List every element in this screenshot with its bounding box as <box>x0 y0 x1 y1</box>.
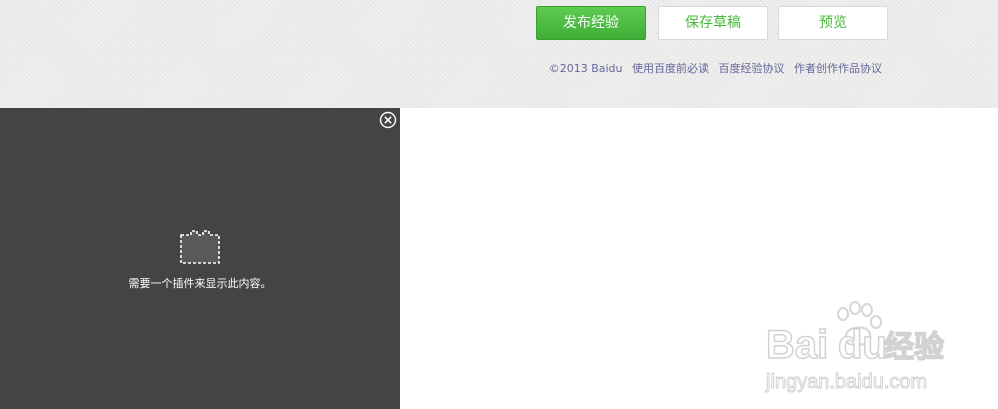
watermark-domain: jingyan.baidu.com <box>765 371 927 393</box>
footer-link-jingyan-agreement[interactable]: 百度经验协议 <box>719 62 785 75</box>
copyright-text: ©2013 Baidu <box>548 62 623 75</box>
footer-links: ©2013 Baidu 使用百度前必读 百度经验协议 作者创作作品协议 <box>549 62 882 76</box>
preview-button[interactable]: 预览 <box>778 6 888 40</box>
baidu-jingyan-watermark: Bai du 经验 jingyan.baidu.com <box>765 301 945 394</box>
watermark-product: 经验 <box>884 330 944 365</box>
plugin-placeholder-panel: 需要一个插件来显示此内容。 <box>0 108 400 409</box>
watermark-brand: Bai <box>766 323 828 367</box>
top-toolbar-area: 发布经验 保存草稿 预览 ©2013 Baidu 使用百度前必读 百度经验协议 … <box>0 0 998 108</box>
plugin-placeholder-icon <box>180 230 220 264</box>
footer-link-terms-of-use[interactable]: 使用百度前必读 <box>632 62 709 75</box>
plugin-required-message: 需要一个插件来显示此内容。 <box>128 277 272 290</box>
footer-link-author-agreement[interactable]: 作者创作作品协议 <box>794 62 882 75</box>
save-draft-button[interactable]: 保存草稿 <box>658 6 768 40</box>
publish-button[interactable]: 发布经验 <box>536 6 646 40</box>
watermark-brand-suffix: du <box>838 323 887 367</box>
close-circle-icon[interactable] <box>379 111 397 129</box>
